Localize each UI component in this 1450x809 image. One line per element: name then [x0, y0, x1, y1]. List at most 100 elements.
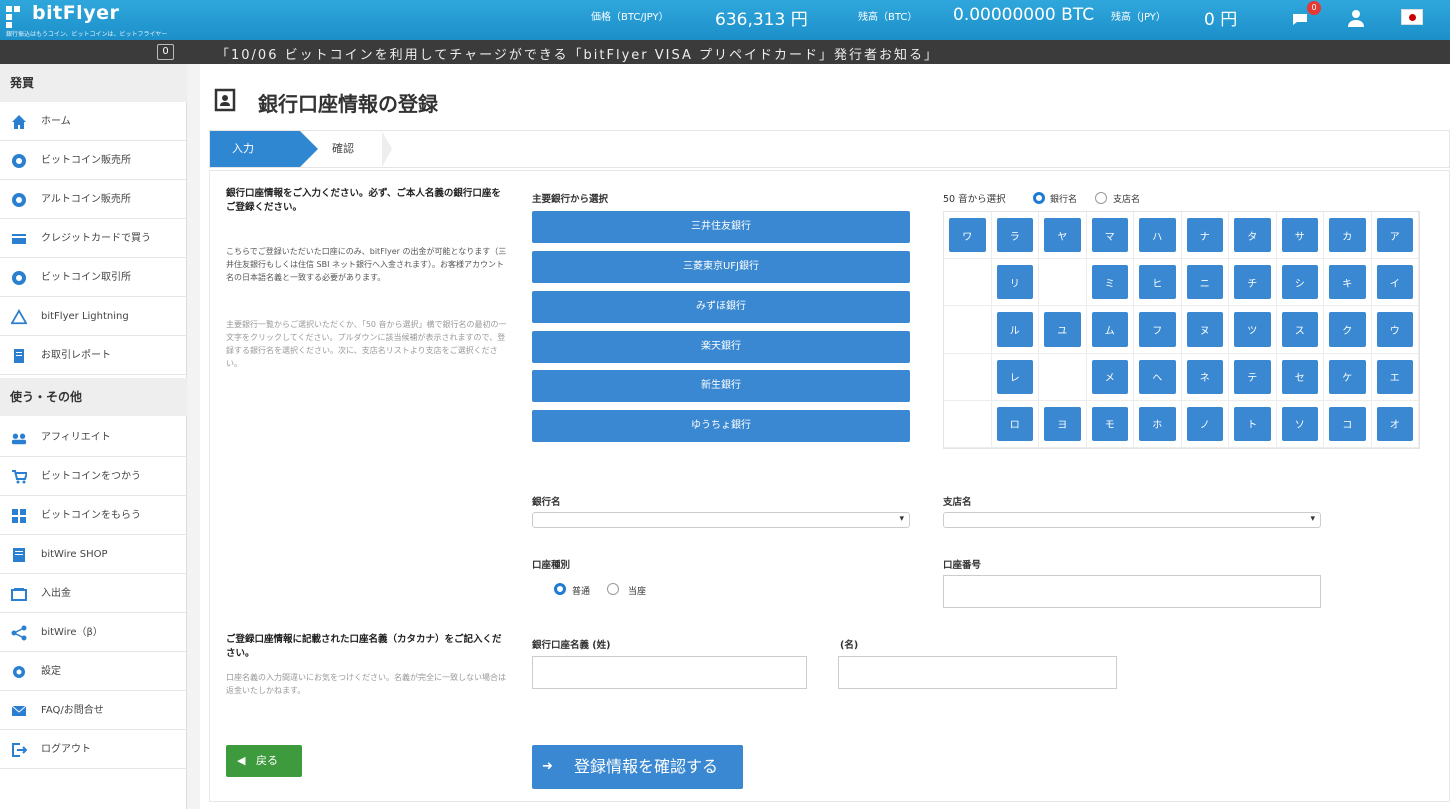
kana-button[interactable]: ト	[1234, 406, 1271, 441]
sidebar-item-get-bitcoin[interactable]: ビットコインをもらう	[0, 496, 187, 535]
kana-button[interactable]: タ	[1234, 218, 1271, 253]
bank-button[interactable]: ゆうちょ銀行	[532, 410, 910, 442]
kana-button[interactable]: オ	[1376, 406, 1413, 441]
kana-button[interactable]: キ	[1329, 265, 1366, 300]
kana-button[interactable]: チ	[1234, 265, 1271, 300]
kana-button[interactable]: モ	[1091, 406, 1128, 441]
kana-button[interactable]: コ	[1329, 406, 1366, 441]
exchange-icon	[11, 270, 27, 286]
radio-account-ordinary[interactable]	[554, 583, 566, 595]
kana-button[interactable]: エ	[1376, 359, 1413, 394]
sidebar-item-shop[interactable]: bitWire SHOP	[0, 535, 187, 574]
kana-button[interactable]: ミ	[1091, 265, 1128, 300]
sidebar-item-logout[interactable]: ログアウト	[0, 730, 187, 769]
kana-button[interactable]: ネ	[1186, 359, 1223, 394]
kana-button[interactable]: ヘ	[1139, 359, 1176, 394]
kana-button[interactable]: リ	[996, 265, 1033, 300]
holder-help: 口座名義の入力間違いにお気をつけください。名義が完全に一致しない場合は返金いたし…	[226, 673, 506, 695]
kana-button[interactable]: ケ	[1329, 359, 1366, 394]
kana-button[interactable]: ク	[1329, 312, 1366, 347]
sidebar-item-label: bitWire（β）	[41, 627, 103, 638]
branch-name-select[interactable]: ▾	[943, 512, 1321, 528]
kana-cell: ム	[1086, 306, 1134, 354]
kana-button[interactable]: ヤ	[1044, 218, 1081, 253]
back-button[interactable]: ◀ 戻る	[226, 745, 302, 777]
sidebar-item-deposit-withdraw[interactable]: 入出金	[0, 574, 187, 613]
holder-first-input[interactable]	[838, 656, 1117, 689]
bank-button[interactable]: 三菱東京UFJ銀行	[532, 251, 910, 283]
kana-button[interactable]: ア	[1376, 218, 1413, 253]
kana-button[interactable]: ム	[1091, 312, 1128, 347]
kana-button[interactable]: ハ	[1139, 218, 1176, 253]
news-toggle-button[interactable]: 0	[157, 44, 174, 60]
sidebar-item-altcoin-shop[interactable]: アルトコイン販売所	[0, 180, 187, 219]
bank-name-select[interactable]: ▾	[532, 512, 910, 528]
kana-button[interactable]: イ	[1376, 265, 1413, 300]
kana-button[interactable]: ナ	[1186, 218, 1223, 253]
kana-button[interactable]: ヨ	[1044, 406, 1081, 441]
sidebar-item-label: 設定	[41, 666, 61, 677]
kana-button[interactable]: ラ	[996, 218, 1033, 253]
kana-button[interactable]: ツ	[1234, 312, 1271, 347]
kana-button[interactable]: シ	[1281, 265, 1318, 300]
logout-icon	[11, 742, 27, 758]
bank-button[interactable]: 楽天銀行	[532, 331, 910, 363]
kana-cell: ロ	[991, 400, 1039, 448]
sidebar-item-faq[interactable]: FAQ/お問合せ	[0, 691, 187, 730]
kana-cell: ホ	[1134, 400, 1182, 448]
sidebar-item-bitcoin-shop[interactable]: ビットコイン販売所	[0, 141, 187, 180]
kana-button[interactable]: セ	[1281, 359, 1318, 394]
kana-button[interactable]: テ	[1234, 359, 1271, 394]
kana-button[interactable]: ニ	[1186, 265, 1223, 300]
kana-button[interactable]: ソ	[1281, 406, 1318, 441]
kana-button[interactable]: ユ	[1044, 312, 1081, 347]
lightning-icon	[11, 309, 27, 325]
sidebar-item-home[interactable]: ホーム	[0, 102, 187, 141]
account-number-input[interactable]	[943, 575, 1321, 608]
kana-button[interactable]: サ	[1281, 218, 1318, 253]
kana-button[interactable]: マ	[1091, 218, 1128, 253]
sidebar-item-settings[interactable]: 設定	[0, 652, 187, 691]
bank-button[interactable]: 新生銀行	[532, 370, 910, 402]
gift-icon	[11, 508, 27, 524]
sidebar-item-report[interactable]: お取引レポート	[0, 336, 187, 375]
kana-button[interactable]: ウ	[1376, 312, 1413, 347]
sidebar-item-credit-card[interactable]: クレジットカードで買う	[0, 219, 187, 258]
kana-button[interactable]: ノ	[1186, 406, 1223, 441]
kana-cell	[1039, 259, 1087, 307]
kana-cell: ク	[1324, 306, 1372, 354]
holder-last-input[interactable]	[532, 656, 807, 689]
kana-button[interactable]: フ	[1139, 312, 1176, 347]
kana-cell: ヘ	[1134, 353, 1182, 401]
kana-button[interactable]: メ	[1091, 359, 1128, 394]
kana-button[interactable]: ヒ	[1139, 265, 1176, 300]
gear-icon	[11, 664, 27, 680]
news-ticker[interactable]: 「10/06 ビットコインを利用してチャージができる「bitFlyer VISA…	[216, 44, 939, 63]
report-icon	[11, 348, 27, 364]
kana-button[interactable]: カ	[1329, 218, 1366, 253]
kana-button[interactable]: ワ	[949, 218, 986, 253]
sidebar-item-bitwire[interactable]: bitWire（β）	[0, 613, 187, 652]
sidebar-item-lightning[interactable]: bitFlyer Lightning	[0, 297, 187, 336]
kana-button[interactable]: ス	[1281, 312, 1318, 347]
sidebar-item-exchange[interactable]: ビットコイン取引所	[0, 258, 187, 297]
kana-button[interactable]: ヌ	[1186, 312, 1223, 347]
sidebar-item-use-bitcoin[interactable]: ビットコインをつかう	[0, 457, 187, 496]
price-value: 636,313 円	[715, 10, 808, 30]
language-flag-icon[interactable]	[1401, 9, 1423, 25]
user-icon[interactable]	[1346, 8, 1368, 30]
radio-account-current[interactable]	[607, 583, 619, 595]
kana-button[interactable]: ロ	[996, 406, 1033, 441]
branch-name-label: 支店名	[943, 497, 972, 508]
kana-button[interactable]: ホ	[1139, 406, 1176, 441]
radio-bank-name[interactable]	[1033, 192, 1045, 204]
bank-button[interactable]: みずほ銀行	[532, 291, 910, 323]
kana-button[interactable]: レ	[996, 359, 1033, 394]
radio-branch-name[interactable]	[1095, 192, 1107, 204]
step-input: 入力	[210, 131, 318, 167]
bank-button[interactable]: 三井住友銀行	[532, 211, 910, 243]
confirm-button[interactable]: ➜ 登録情報を確認する	[532, 745, 743, 789]
kana-select-label: 50 音から選択	[943, 194, 1006, 205]
kana-button[interactable]: ル	[996, 312, 1033, 347]
sidebar-item-affiliate[interactable]: アフィリエイト	[0, 418, 187, 457]
